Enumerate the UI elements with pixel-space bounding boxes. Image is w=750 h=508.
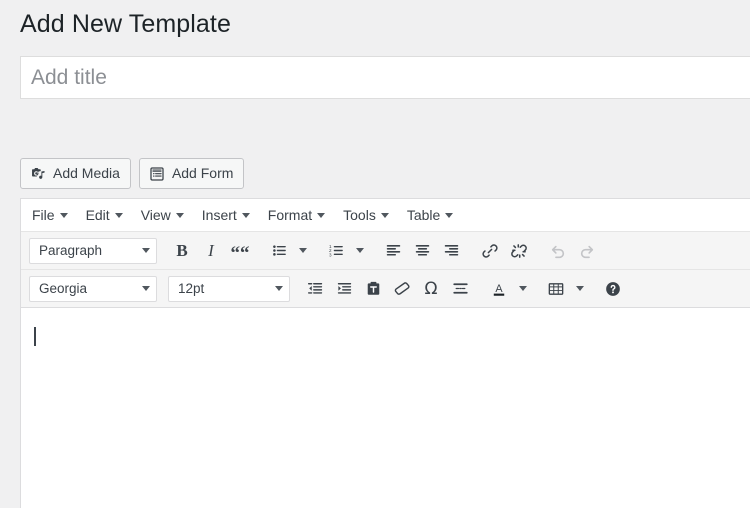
block-format-select[interactable]: Paragraph <box>29 237 157 264</box>
table-caret[interactable] <box>571 275 588 303</box>
chevron-down-icon <box>380 212 389 218</box>
table-icon <box>548 282 564 295</box>
chevron-down-icon <box>518 286 527 291</box>
paste-as-text-button[interactable] <box>359 275 387 303</box>
remove-link-button[interactable] <box>505 237 533 265</box>
outdent-button[interactable] <box>301 275 329 303</box>
table-button[interactable] <box>542 275 570 303</box>
chevron-down-icon <box>241 212 250 218</box>
text-color-button[interactable]: A <box>485 275 513 303</box>
chevron-down-icon <box>175 212 184 218</box>
editor-menubar: File Edit View Insert Format Tools Table <box>21 199 750 232</box>
align-left-button[interactable] <box>379 237 407 265</box>
menu-format-label: Format <box>267 207 313 223</box>
menu-edit[interactable]: Edit <box>77 202 132 228</box>
insert-link-button[interactable] <box>476 237 504 265</box>
post-title-input[interactable] <box>20 56 750 99</box>
text-color-icon: A <box>493 282 505 296</box>
menu-format[interactable]: Format <box>259 202 334 228</box>
indent-icon <box>337 283 351 294</box>
chevron-down-icon <box>114 212 123 218</box>
paste-as-text-icon <box>367 281 379 295</box>
chevron-down-icon <box>142 286 150 291</box>
outdent-icon <box>307 283 322 294</box>
eraser-icon <box>394 281 410 295</box>
menu-insert[interactable]: Insert <box>193 202 259 228</box>
admin-page: Add New Template Add Media <box>0 0 750 508</box>
svg-text:3: 3 <box>329 252 332 257</box>
editor-content-area[interactable] <box>21 309 750 508</box>
clear-formatting-button[interactable] <box>388 275 416 303</box>
align-center-button[interactable] <box>408 237 436 265</box>
help-icon <box>606 281 620 296</box>
editor-toolbar-row-1: Paragraph B I ““ 1 2 3 <box>21 232 750 270</box>
chevron-down-icon <box>355 248 364 253</box>
add-media-label: Add Media <box>53 165 120 181</box>
bulleted-list-button[interactable] <box>265 237 293 265</box>
add-form-icon <box>148 165 166 183</box>
editor-toolbar-row-2: Georgia 12pt Ω A <box>21 270 750 308</box>
font-family-select[interactable]: Georgia <box>29 275 157 302</box>
menu-tools-label: Tools <box>343 207 376 223</box>
horizontal-rule-icon <box>452 283 468 294</box>
chevron-down-icon <box>275 286 283 291</box>
menu-table-label: Table <box>406 207 441 223</box>
numbered-list-icon: 1 2 3 <box>329 244 343 257</box>
align-left-icon <box>386 245 400 256</box>
menu-file-label: File <box>32 207 55 223</box>
chevron-down-icon <box>142 248 150 253</box>
bold-button[interactable]: B <box>168 237 196 265</box>
align-right-button[interactable] <box>437 237 465 265</box>
menu-file[interactable]: File <box>23 202 77 228</box>
blockquote-button[interactable]: ““ <box>226 240 254 268</box>
numbered-list-button[interactable]: 1 2 3 <box>322 237 350 265</box>
media-buttons-bar: Add Media Add Form <box>20 158 245 189</box>
title-field-wrapper <box>20 56 750 99</box>
text-cursor <box>34 327 36 346</box>
menu-insert-label: Insert <box>201 207 237 223</box>
menu-view-label: View <box>140 207 171 223</box>
italic-button[interactable]: I <box>197 237 225 265</box>
horizontal-line-button[interactable] <box>446 275 474 303</box>
tinymce-editor: File Edit View Insert Format Tools Table… <box>20 198 750 508</box>
keyboard-shortcuts-button[interactable] <box>599 275 627 303</box>
numbered-list-caret[interactable] <box>351 237 368 265</box>
bulleted-list-icon <box>272 245 286 256</box>
font-size-select[interactable]: 12pt <box>168 275 290 302</box>
unlink-icon <box>511 243 527 258</box>
bulleted-list-caret[interactable] <box>294 237 311 265</box>
redo-button[interactable] <box>573 237 601 265</box>
align-center-icon <box>415 245 429 256</box>
add-media-icon <box>29 165 47 183</box>
svg-text:A: A <box>495 282 503 294</box>
page-title: Add New Template <box>20 10 231 38</box>
add-form-button[interactable]: Add Form <box>138 158 245 189</box>
text-color-caret[interactable] <box>514 275 531 303</box>
menu-edit-label: Edit <box>85 207 110 223</box>
chevron-down-icon <box>59 212 68 218</box>
indent-button[interactable] <box>330 275 358 303</box>
block-format-value: Paragraph <box>39 243 103 258</box>
menu-tools[interactable]: Tools <box>334 202 398 228</box>
chevron-down-icon <box>317 212 326 218</box>
font-family-value: Georgia <box>39 281 88 296</box>
chevron-down-icon <box>445 212 454 218</box>
font-size-value: 12pt <box>178 281 205 296</box>
add-form-label: Add Form <box>171 165 234 181</box>
special-character-button[interactable]: Ω <box>417 275 445 303</box>
undo-button[interactable] <box>544 237 572 265</box>
align-right-icon <box>444 245 458 256</box>
chevron-down-icon <box>298 248 307 253</box>
menu-table[interactable]: Table <box>398 202 462 228</box>
undo-icon <box>551 245 565 258</box>
add-media-button[interactable]: Add Media <box>20 158 131 189</box>
chevron-down-icon <box>575 286 584 291</box>
menu-view[interactable]: View <box>132 202 193 228</box>
redo-icon <box>580 245 594 258</box>
link-icon <box>482 243 498 258</box>
